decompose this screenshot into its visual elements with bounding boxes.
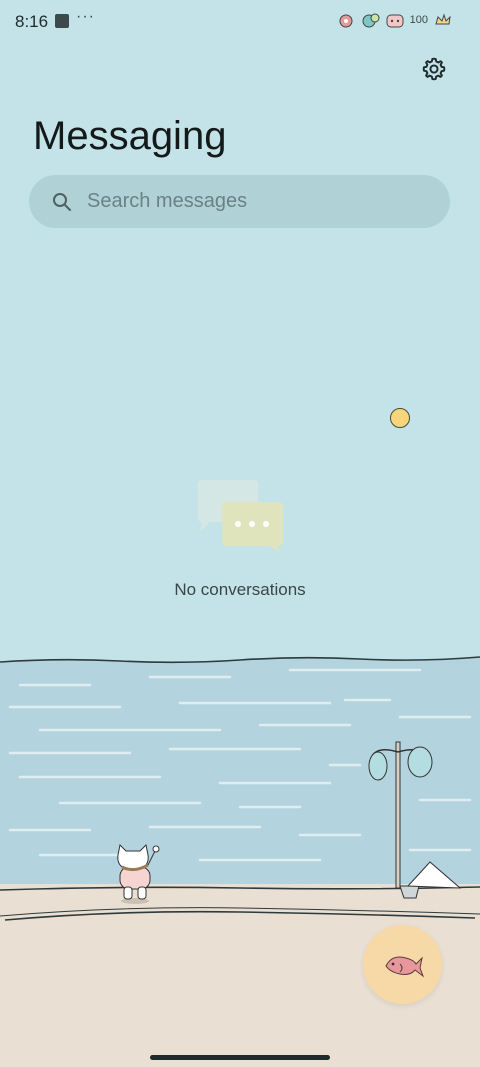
compose-fab-button[interactable] bbox=[363, 925, 442, 1004]
battery-icon bbox=[386, 14, 404, 28]
cat-character-illustration bbox=[117, 843, 160, 904]
notification-app-icon bbox=[55, 14, 69, 28]
sun-decoration bbox=[390, 408, 410, 428]
empty-state-text: No conversations bbox=[174, 580, 306, 599]
search-bar[interactable] bbox=[29, 175, 450, 228]
page-title: Messaging bbox=[33, 114, 227, 158]
crown-status-icon bbox=[435, 13, 451, 25]
theme-status-icon bbox=[339, 14, 353, 28]
status-right-icons: 100 bbox=[338, 12, 452, 28]
conversations-empty-icon bbox=[198, 480, 283, 554]
home-indicator[interactable] bbox=[150, 1055, 330, 1060]
battery-level: 100 bbox=[409, 14, 428, 26]
status-bar: 8:16 ··· 100 bbox=[0, 0, 480, 44]
status-time: 8:16 bbox=[15, 12, 49, 31]
settings-button[interactable] bbox=[418, 53, 450, 85]
fish-icon bbox=[384, 955, 424, 977]
search-icon bbox=[51, 191, 73, 213]
lamp-post-illustration bbox=[368, 741, 462, 899]
search-input[interactable] bbox=[85, 189, 419, 214]
notification-more-icon: ··· bbox=[76, 8, 95, 25]
wifi-icon bbox=[362, 13, 380, 28]
gear-icon bbox=[422, 57, 446, 81]
